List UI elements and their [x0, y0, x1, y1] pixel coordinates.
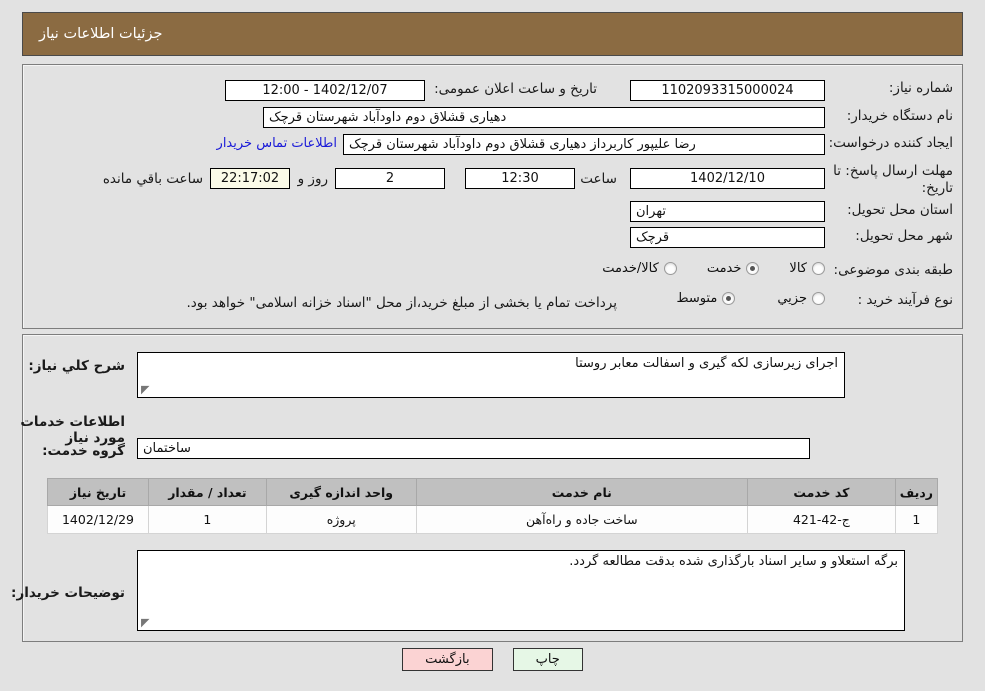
creator-row: ایجاد کننده درخواست:	[828, 135, 953, 151]
cell-date: 1402/12/29	[47, 505, 149, 534]
cell-name: ساخت جاده و راه‌آهن	[415, 505, 748, 534]
process-option-motavaset[interactable]: متوسط	[676, 291, 736, 306]
public-announce-field[interactable]: 1402/12/07 - 12:00	[225, 80, 425, 101]
province-row: استان محل تحویل:	[833, 202, 953, 218]
city-label: شهر محل تحویل:	[855, 228, 953, 244]
deadline-date-field[interactable]: 1402/12/10	[630, 168, 825, 189]
deadline-label: مهلت ارسال پاسخ: تا تاریخ:	[833, 163, 953, 196]
buyer-org-row: نام دستگاه خریدار:	[833, 108, 953, 124]
buyer-notes-label: توضیحات خریدار:	[11, 585, 125, 601]
category-option-kala-khedmat[interactable]: کالا/خدمت	[602, 261, 677, 276]
need-number-label: شماره نیاز:	[888, 80, 953, 96]
buyer-org-field[interactable]: دهیاری قشلاق دوم داودآباد شهرستان قرچک	[263, 107, 825, 128]
category-option-label: کالا	[789, 261, 807, 276]
th-radif: ردیف	[894, 478, 939, 506]
back-button[interactable]: بازگشت	[402, 648, 493, 671]
service-group-label: گروه خدمت:	[42, 443, 125, 459]
need-summary-panel	[22, 64, 963, 329]
cell-qty: 1	[147, 505, 267, 534]
buyer-org-label: نام دستگاه خریدار:	[846, 108, 953, 124]
radio-icon[interactable]	[812, 292, 825, 305]
city-field[interactable]: قرچک	[630, 227, 825, 248]
th-name: نام خدمت	[415, 478, 748, 506]
services-table: ردیف کد خدمت نام خدمت واحد اندازه گیری ت…	[47, 478, 939, 534]
process-type-note: پرداخت تمام یا بخشی از مبلغ خرید،از محل …	[186, 295, 617, 311]
public-announce-label: تاریخ و ساعت اعلان عمومی:	[434, 81, 597, 97]
service-group-field[interactable]: ساختمان	[137, 438, 810, 459]
buyer-notes-textarea[interactable]: برگه استعلاو و سایر اسناد بارگذاری شده ب…	[137, 550, 905, 631]
footer-button-bar: بازگشت چاپ	[0, 648, 985, 671]
services-section-title: اطلاعات خدمات مورد نیاز	[20, 414, 125, 446]
page-root: AriaTender.net جزئیات اطلاعات نیاز شماره…	[0, 0, 985, 691]
buyer-notes-value: برگه استعلاو و سایر اسناد بارگذاری شده ب…	[569, 554, 898, 569]
province-field[interactable]: تهران	[630, 201, 825, 222]
process-option-label: جزیي	[777, 291, 807, 306]
cell-code: ج-42-421	[746, 505, 896, 534]
deadline-time-field[interactable]: 12:30	[465, 168, 575, 189]
general-desc-textarea[interactable]: اجرای زیرسازی لکه گیری و اسفالت معابر رو…	[137, 352, 845, 398]
general-desc-label: شرح کلي نیاز:	[28, 358, 125, 374]
category-option-kala[interactable]: کالا	[789, 261, 825, 276]
deadline-time-label: ساعت	[580, 171, 617, 187]
cell-radif: 1	[894, 505, 939, 534]
deadline-countdown-field: 22:17:02	[210, 168, 290, 189]
category-option-khedmat[interactable]: خدمت	[707, 261, 760, 276]
category-option-label: خدمت	[706, 261, 742, 276]
category-option-label: کالا/خدمت	[602, 261, 659, 276]
process-type-radio-group: جزیي متوسط	[676, 291, 825, 306]
deadline-days-field[interactable]: 2	[335, 168, 445, 189]
radio-icon[interactable]	[663, 262, 677, 275]
category-row: طبقه بندی موضوعی:	[833, 262, 953, 278]
page-title-bar: جزئیات اطلاعات نیاز	[22, 12, 963, 56]
cell-unit: پروژه	[265, 505, 417, 534]
process-type-row: نوع فرآیند خرید :	[833, 292, 953, 308]
resize-grip-icon[interactable]: ◥	[141, 383, 151, 396]
process-type-label: نوع فرآیند خرید :	[857, 292, 953, 308]
province-label: استان محل تحویل:	[847, 202, 953, 218]
deadline-label-block: مهلت ارسال پاسخ: تا تاریخ:	[829, 163, 953, 197]
deadline-countdown-label: ساعت باقي مانده	[102, 171, 203, 187]
need-number-field[interactable]: 1102093315000024	[630, 80, 825, 101]
process-option-jozyi[interactable]: جزیي	[777, 291, 825, 306]
category-radio-group: کالا خدمت کالا/خدمت	[602, 261, 825, 276]
print-button[interactable]: چاپ	[512, 648, 583, 671]
general-desc-value: اجرای زیرسازی لکه گیری و اسفالت معابر رو…	[575, 356, 838, 371]
th-qty: تعداد / مقدار	[147, 478, 267, 506]
creator-label: ایجاد کننده درخواست:	[828, 135, 953, 151]
th-unit: واحد اندازه گیری	[265, 478, 417, 506]
th-code: کد خدمت	[746, 478, 896, 506]
buyer-contact-link[interactable]: اطلاعات تماس خریدار	[217, 136, 337, 151]
city-row: شهر محل تحویل:	[833, 228, 953, 244]
process-option-label: متوسط	[676, 291, 718, 306]
table-header-row: ردیف کد خدمت نام خدمت واحد اندازه گیری ت…	[47, 478, 939, 506]
resize-grip-icon[interactable]: ◥	[141, 616, 151, 629]
table-row[interactable]: 1 ج-42-421 ساخت جاده و راه‌آهن پروژه 1 1…	[47, 505, 939, 534]
deadline-days-label: روز و	[297, 171, 328, 187]
radio-icon[interactable]	[812, 262, 825, 275]
need-number-row: شماره نیاز:	[833, 80, 953, 96]
public-announce-row: تاریخ و ساعت اعلان عمومی:	[434, 81, 597, 97]
page-title: جزئیات اطلاعات نیاز	[39, 26, 163, 42]
creator-field[interactable]: رضا علیپور کاربرداز دهیاری قشلاق دوم داو…	[343, 134, 825, 155]
radio-icon[interactable]	[722, 292, 736, 305]
th-date: تاریخ نیاز	[47, 478, 149, 506]
category-label: طبقه بندی موضوعی:	[833, 262, 953, 278]
radio-icon[interactable]	[746, 262, 760, 275]
